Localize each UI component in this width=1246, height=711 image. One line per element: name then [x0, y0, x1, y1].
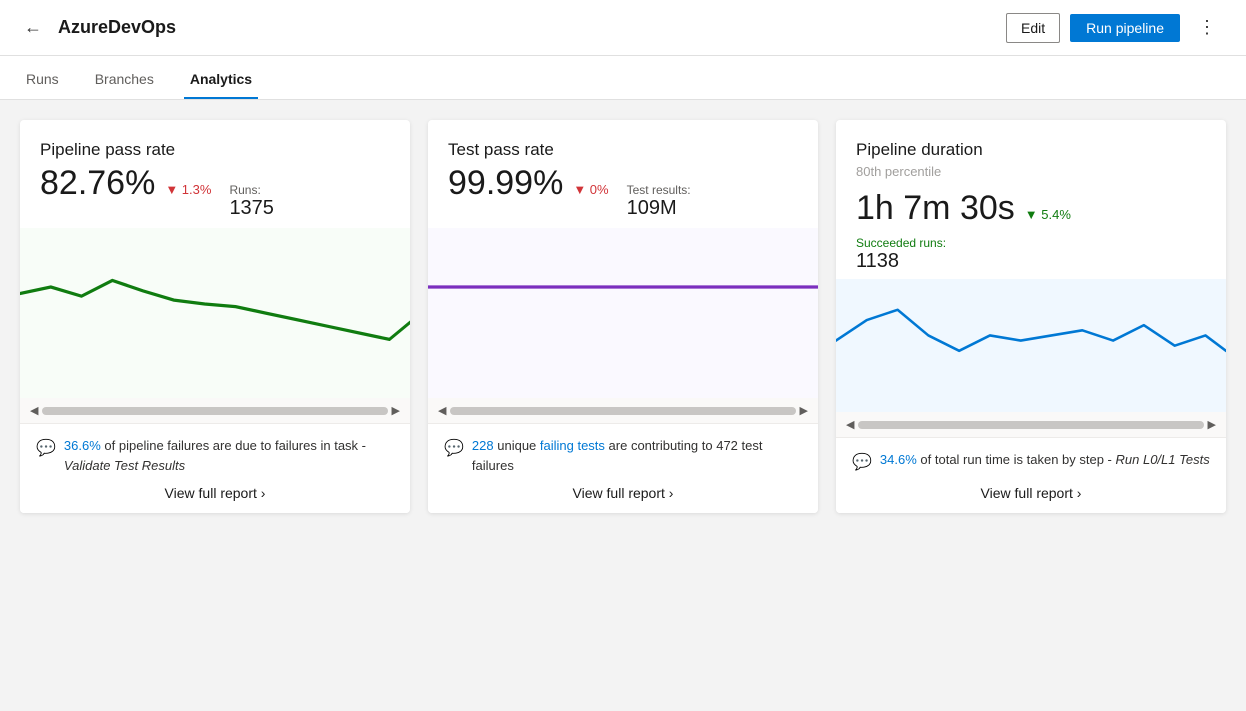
view-report-test[interactable]: View full report ›: [444, 485, 802, 501]
insight-icon-pipeline: 💬: [36, 437, 56, 461]
metric-delta-pipeline: ▼ 1.3%: [165, 182, 211, 197]
card-title-duration: Pipeline duration: [856, 140, 1206, 160]
metric-side-test: Test results: 109M: [627, 183, 691, 220]
insight-icon-duration: 💬: [852, 451, 872, 475]
metric-row-pipeline: 82.76% ▼ 1.3% Runs: 1375: [40, 164, 390, 220]
scroll-right-test[interactable]: ▶: [800, 404, 808, 417]
chart-pipeline-pass-rate: [20, 228, 410, 398]
scroll-left-duration[interactable]: ◀: [846, 418, 854, 431]
pipeline-duration-card: Pipeline duration 80th percentile 1h 7m …: [836, 120, 1226, 513]
pipeline-pass-rate-card: Pipeline pass rate 82.76% ▼ 1.3% Runs: 1…: [20, 120, 410, 513]
edit-button[interactable]: Edit: [1006, 13, 1060, 43]
card-title-pipeline-pass-rate: Pipeline pass rate: [40, 140, 390, 160]
card-title-test-pass-rate: Test pass rate: [448, 140, 798, 160]
metric-value-test: 99.99%: [448, 164, 563, 203]
scrollbar-duration: ◀ ▶: [836, 412, 1226, 437]
tab-analytics[interactable]: Analytics: [184, 61, 258, 99]
back-button[interactable]: ←: [20, 13, 46, 42]
scroll-right-duration[interactable]: ▶: [1208, 418, 1216, 431]
run-pipeline-button[interactable]: Run pipeline: [1070, 14, 1180, 42]
insight-duration: 💬 34.6% of total run time is taken by st…: [852, 450, 1210, 475]
more-options-button[interactable]: ⋮: [1190, 13, 1226, 42]
header: ← AzureDevOps Edit Run pipeline ⋮: [0, 0, 1246, 56]
insight-pipeline: 💬 36.6% of pipeline failures are due to …: [36, 436, 394, 475]
app-title: AzureDevOps: [58, 17, 176, 38]
scrollbar-pipeline: ◀ ▶: [20, 398, 410, 423]
card-footer-duration: 💬 34.6% of total run time is taken by st…: [836, 437, 1226, 513]
tab-runs[interactable]: Runs: [20, 61, 65, 99]
header-right: Edit Run pipeline ⋮: [1006, 13, 1226, 43]
insight-test: 💬 228 unique failing tests are contribut…: [444, 436, 802, 475]
metric-side-pipeline: Runs: 1375: [229, 183, 274, 220]
nav-tabs: Runs Branches Analytics: [0, 56, 1246, 100]
metric-side-duration: Succeeded runs: 1138: [856, 236, 1206, 273]
metric-row-duration: 1h 7m 30s ▼ 5.4%: [856, 189, 1206, 228]
scroll-track-pipeline[interactable]: [42, 407, 387, 415]
test-pass-rate-card: Test pass rate 99.99% ▼ 0% Test results:…: [428, 120, 818, 513]
insight-icon-test: 💬: [444, 437, 464, 461]
scroll-track-test[interactable]: [450, 407, 795, 415]
scrollbar-test: ◀ ▶: [428, 398, 818, 423]
view-report-pipeline[interactable]: View full report ›: [36, 485, 394, 501]
metric-value-pipeline: 82.76%: [40, 164, 155, 203]
scroll-right-pipeline[interactable]: ▶: [392, 404, 400, 417]
card-footer-test: 💬 228 unique failing tests are contribut…: [428, 423, 818, 513]
metric-value-duration: 1h 7m 30s: [856, 189, 1015, 228]
chart-duration: [836, 279, 1226, 412]
main-content: Pipeline pass rate 82.76% ▼ 1.3% Runs: 1…: [0, 100, 1246, 533]
scroll-left-pipeline[interactable]: ◀: [30, 404, 38, 417]
chart-test-pass-rate: [428, 228, 818, 398]
metric-row-test: 99.99% ▼ 0% Test results: 109M: [448, 164, 798, 220]
metric-delta-test: ▼ 0%: [573, 182, 608, 197]
metric-delta-duration: ▼ 5.4%: [1025, 207, 1071, 222]
tab-branches[interactable]: Branches: [89, 61, 160, 99]
scroll-track-duration[interactable]: [858, 421, 1203, 429]
card-footer-pipeline: 💬 36.6% of pipeline failures are due to …: [20, 423, 410, 513]
card-subtitle-duration: 80th percentile: [856, 164, 1206, 179]
view-report-duration[interactable]: View full report ›: [852, 485, 1210, 501]
header-left: ← AzureDevOps: [20, 13, 1006, 42]
scroll-left-test[interactable]: ◀: [438, 404, 446, 417]
